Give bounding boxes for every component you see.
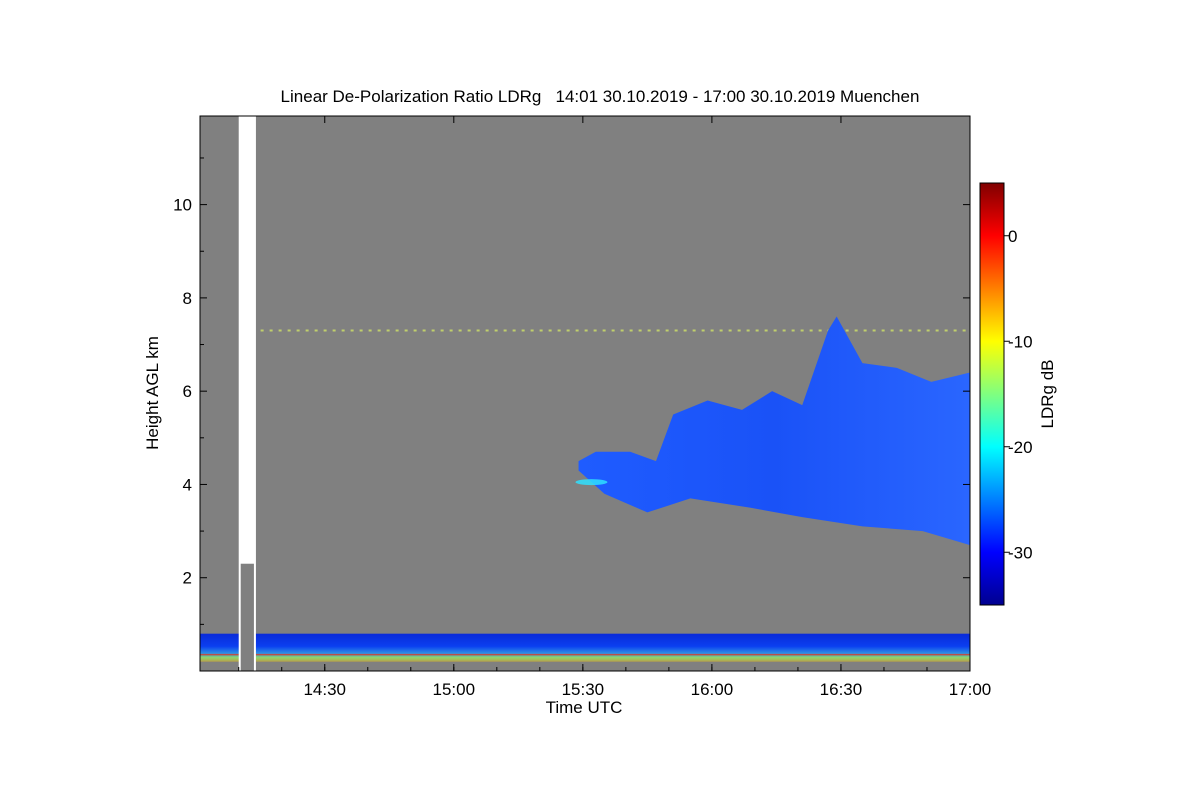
x-tick-label: 15:30 xyxy=(562,680,605,699)
data-gap-fill xyxy=(240,563,254,671)
y-tick-label: 6 xyxy=(183,382,192,401)
colorbar-axis: 0 -10 -20 -30 xyxy=(1004,227,1033,562)
y-tick-label: 10 xyxy=(173,196,192,215)
y-tick-label: 2 xyxy=(183,569,192,588)
ldr-chart: 14:30 15:00 15:30 16:00 16:30 17:00 2 4 6 8 10 Ti… xyxy=(143,115,1057,717)
boundary-layer xyxy=(200,633,970,662)
x-tick-label: 14:30 xyxy=(303,680,346,699)
colorbar-tick-label: 0 xyxy=(1008,227,1017,246)
x-tick-label: 17:00 xyxy=(949,680,992,699)
colorbar xyxy=(979,182,1005,606)
x-tick-label: 15:00 xyxy=(433,680,476,699)
y-axis-label: Height AGL km xyxy=(143,336,162,450)
x-tick-label: 16:00 xyxy=(691,680,734,699)
y-tick-label: 8 xyxy=(183,289,192,308)
colorbar-tick-label: -10 xyxy=(1008,332,1033,351)
cloud-base-highlight xyxy=(575,479,608,486)
x-axis-label: Time UTC xyxy=(546,698,623,717)
colorbar-tick-label: -30 xyxy=(1008,543,1033,562)
y-tick-label: 4 xyxy=(183,475,192,494)
colorbar-label: LDRg dB xyxy=(1038,360,1057,429)
x-tick-label: 16:30 xyxy=(820,680,863,699)
colorbar-tick-label: -20 xyxy=(1008,438,1033,457)
